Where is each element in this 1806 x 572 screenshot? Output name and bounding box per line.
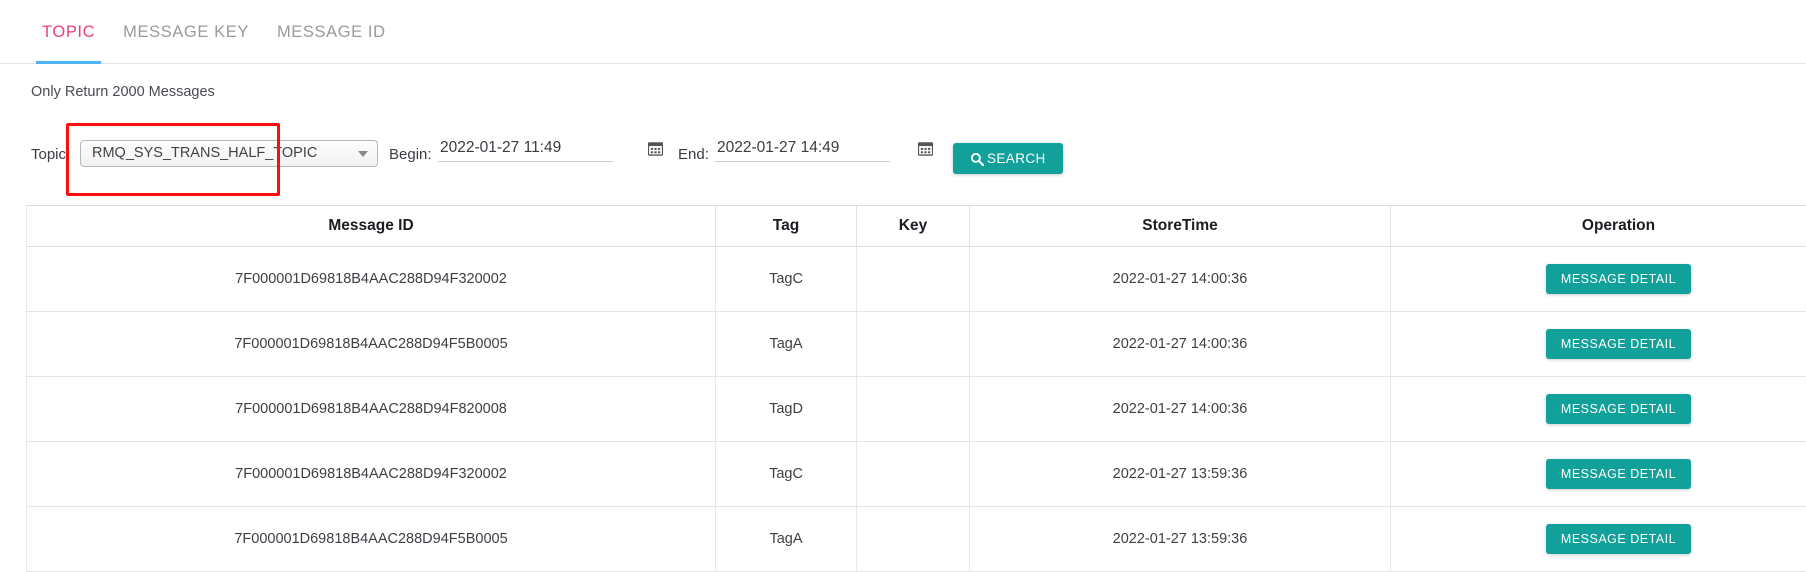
cell-tag: TagD [715, 376, 857, 442]
column-header-tag: Tag [715, 205, 857, 247]
search-button-label: SEARCH [987, 151, 1046, 166]
table-row: 7F000001D69818B4AAC288D94F820008 TagD 20… [26, 376, 1806, 442]
table-row: 7F000001D69818B4AAC288D94F5B0005 TagA 20… [26, 311, 1806, 377]
cell-tag: TagC [715, 246, 857, 312]
topic-select-value: RMQ_SYS_TRANS_HALF_TOPIC [92, 145, 318, 161]
magnifier-icon [970, 152, 985, 166]
table-row: 7F000001D69818B4AAC288D94F320002 TagC 20… [26, 441, 1806, 507]
end-date-input[interactable] [715, 136, 890, 162]
table-row: 7F000001D69818B4AAC288D94F320002 TagC 20… [26, 246, 1806, 312]
cell-storetime: 2022-01-27 14:00:36 [969, 246, 1391, 312]
message-detail-button[interactable]: MESSAGE DETAIL [1545, 264, 1692, 294]
cell-operation: MESSAGE DETAIL [1390, 441, 1806, 507]
tab-topic-label: TOPIC [42, 23, 96, 41]
tab-topic[interactable]: TOPIC [28, 0, 109, 64]
cell-message-id: 7F000001D69818B4AAC288D94F320002 [26, 246, 716, 312]
cell-operation: MESSAGE DETAIL [1390, 311, 1806, 377]
messages-table: Message ID Tag Key StoreTime Operation 7… [26, 205, 1806, 572]
message-query-page: TOPIC MESSAGE KEY MESSAGE ID Only Return… [0, 0, 1806, 572]
search-button[interactable]: SEARCH [953, 143, 1063, 174]
cell-key [856, 441, 970, 507]
tab-message-id[interactable]: MESSAGE ID [263, 0, 400, 64]
table-row: 7F000001D69818B4AAC288D94F5B0005 TagA 20… [26, 506, 1806, 572]
message-detail-button[interactable]: MESSAGE DETAIL [1545, 524, 1692, 554]
cell-message-id: 7F000001D69818B4AAC288D94F5B0005 [26, 506, 716, 572]
messages-table-wrapper: Message ID Tag Key StoreTime Operation 7… [26, 205, 1806, 572]
cell-operation: MESSAGE DETAIL [1390, 506, 1806, 572]
cell-message-id: 7F000001D69818B4AAC288D94F820008 [26, 376, 716, 442]
cell-key [856, 506, 970, 572]
filter-bar: Topic: RMQ_SYS_TRANS_HALF_TOPIC Begin: 2… [0, 123, 1806, 196]
cell-key [856, 376, 970, 442]
message-detail-button[interactable]: MESSAGE DETAIL [1545, 459, 1692, 489]
cell-storetime: 2022-01-27 13:59:36 [969, 441, 1391, 507]
cell-operation: MESSAGE DETAIL [1390, 376, 1806, 442]
message-detail-button[interactable]: MESSAGE DETAIL [1545, 394, 1692, 424]
tab-message-id-label: MESSAGE ID [276, 23, 386, 41]
column-header-message-id: Message ID [26, 205, 716, 247]
topic-select[interactable]: RMQ_SYS_TRANS_HALF_TOPIC [80, 140, 378, 167]
chevron-down-icon [358, 151, 368, 157]
tab-bar: TOPIC MESSAGE KEY MESSAGE ID [0, 0, 1806, 64]
begin-label: Begin: [389, 146, 432, 163]
end-label: End: [678, 146, 709, 163]
cell-message-id: 7F000001D69818B4AAC288D94F5B0005 [26, 311, 716, 377]
table-head: Message ID Tag Key StoreTime Operation [26, 205, 1806, 247]
column-header-storetime: StoreTime [969, 205, 1391, 247]
calendar-icon[interactable] [917, 141, 934, 156]
tab-message-key-label: MESSAGE KEY [123, 23, 249, 41]
column-header-operation: Operation [1390, 205, 1806, 247]
calendar-icon[interactable] [647, 141, 664, 156]
cell-tag: TagA [715, 506, 857, 572]
begin-date-input[interactable] [438, 136, 613, 162]
tab-message-key[interactable]: MESSAGE KEY [109, 0, 263, 64]
table-body: 7F000001D69818B4AAC288D94F320002 TagC 20… [26, 246, 1806, 572]
cell-storetime: 2022-01-27 13:59:36 [969, 506, 1391, 572]
cell-storetime: 2022-01-27 14:00:36 [969, 376, 1391, 442]
result-limit-notice: Only Return 2000 Messages [31, 84, 215, 100]
cell-message-id: 7F000001D69818B4AAC288D94F320002 [26, 441, 716, 507]
tab-list: TOPIC MESSAGE KEY MESSAGE ID [28, 0, 400, 64]
cell-tag: TagC [715, 441, 857, 507]
topic-label: Topic: [31, 146, 71, 163]
cell-key [856, 246, 970, 312]
cell-storetime: 2022-01-27 14:00:36 [969, 311, 1391, 377]
cell-operation: MESSAGE DETAIL [1390, 246, 1806, 312]
cell-key [856, 311, 970, 377]
message-detail-button[interactable]: MESSAGE DETAIL [1545, 329, 1692, 359]
table-header-row: Message ID Tag Key StoreTime Operation [26, 205, 1806, 247]
column-header-key: Key [856, 205, 970, 247]
cell-tag: TagA [715, 311, 857, 377]
